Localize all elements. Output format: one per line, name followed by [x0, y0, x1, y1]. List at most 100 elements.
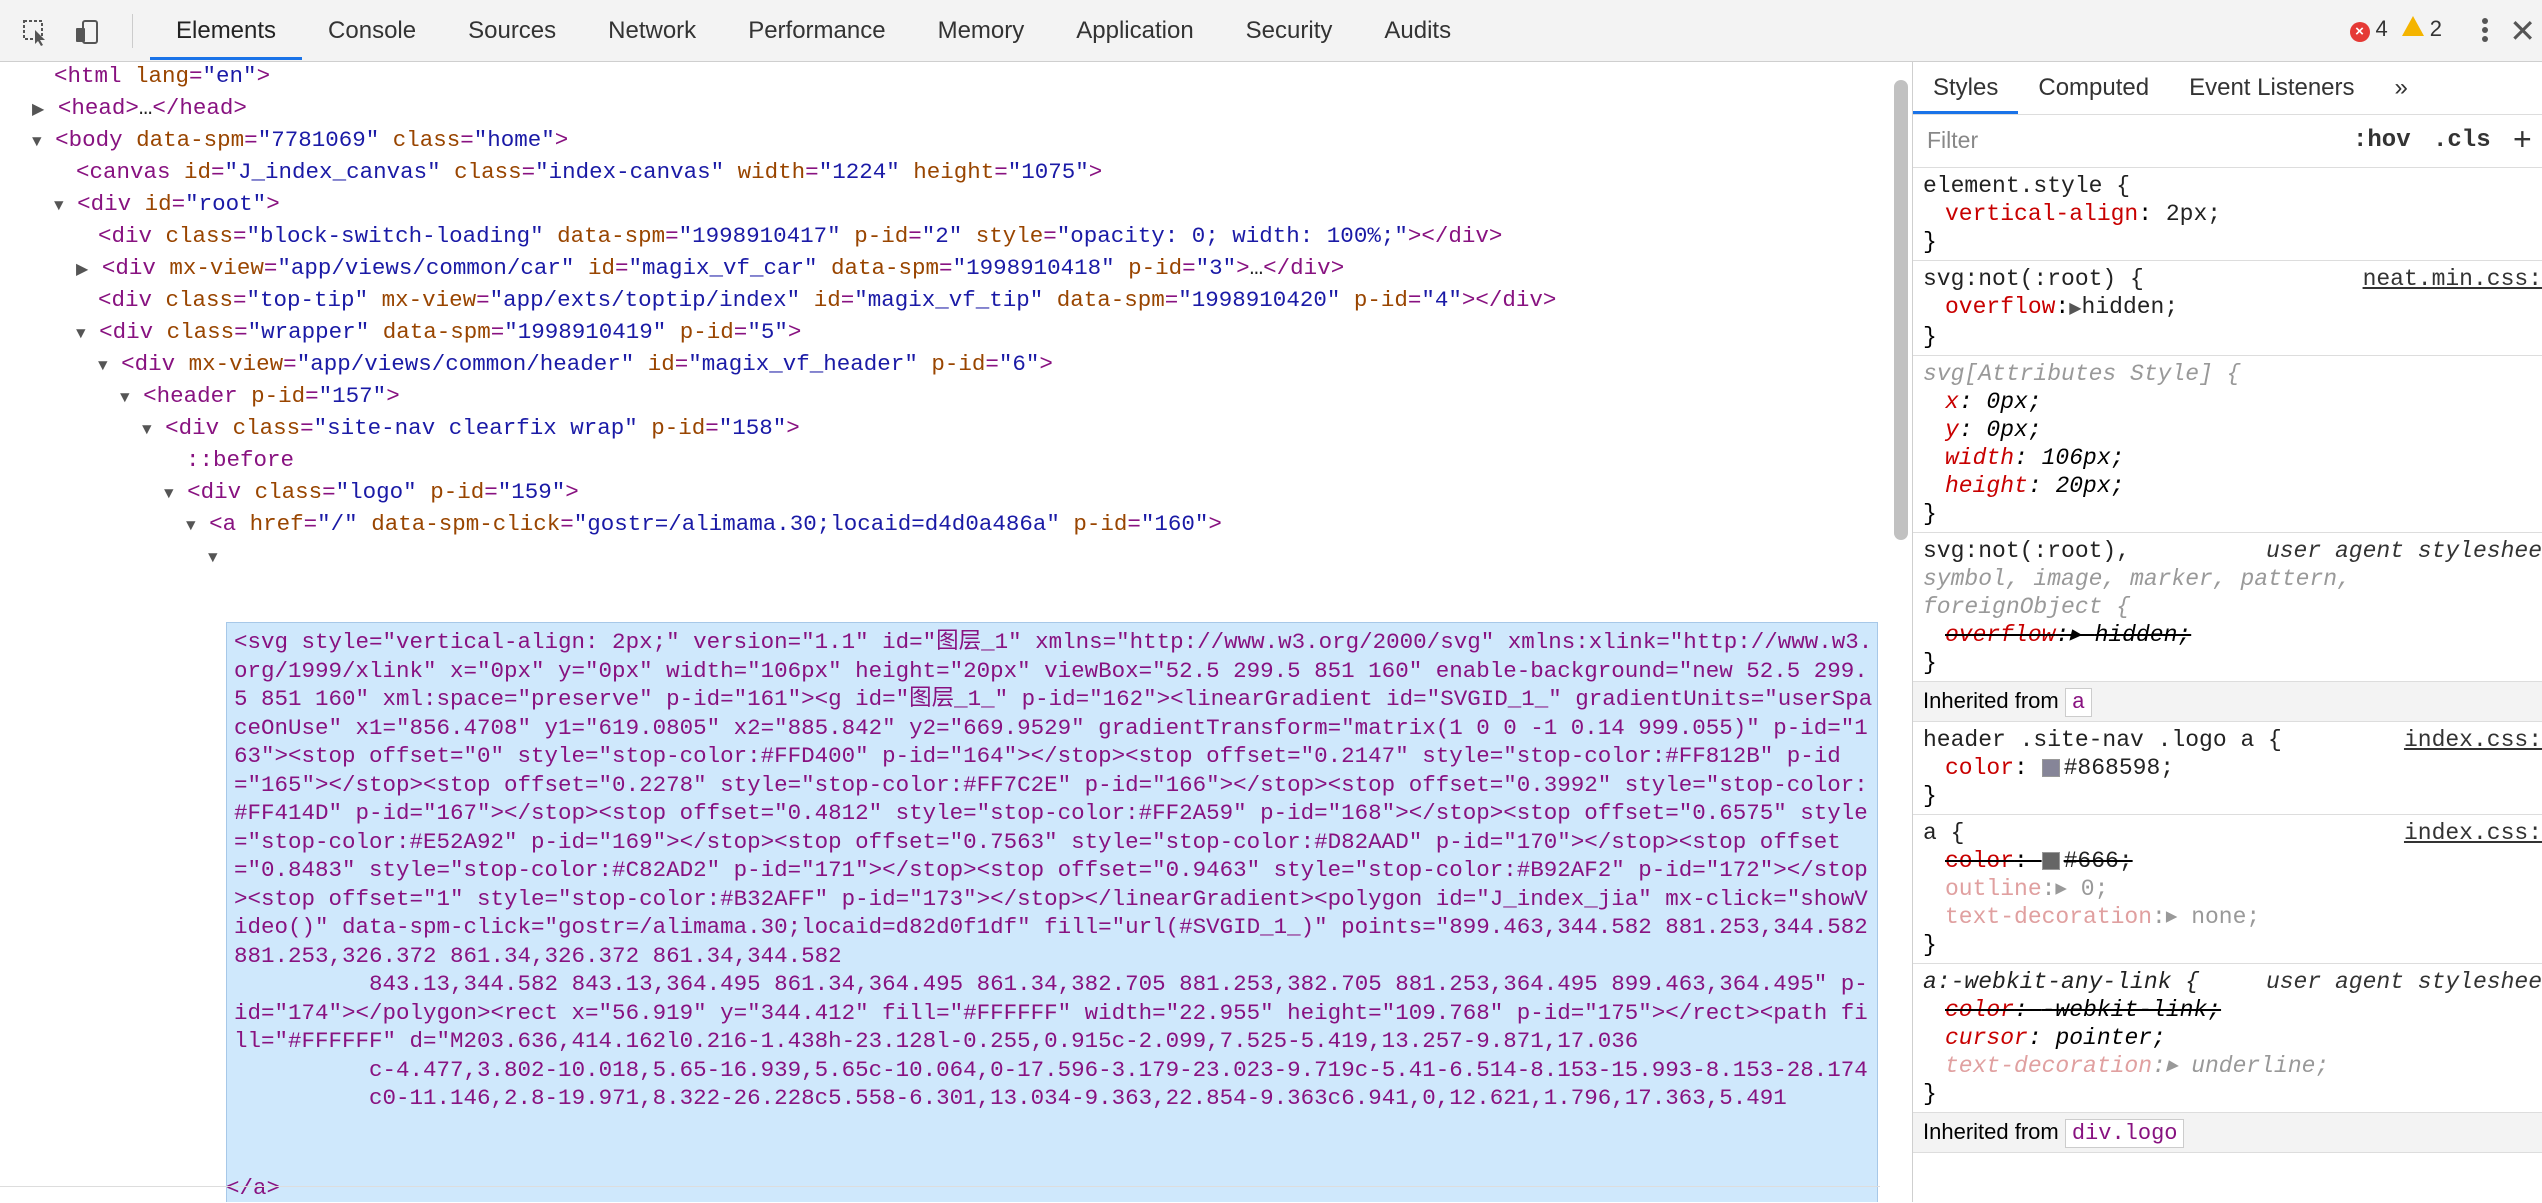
expand-toggle-icon[interactable]: ▼	[120, 389, 130, 407]
dom-node-line[interactable]: ::before	[164, 444, 294, 476]
inherited-label: Inherited from	[1923, 1119, 2059, 1144]
hov-toggle[interactable]: :hov	[2353, 127, 2411, 154]
css-value[interactable]: 0;	[2081, 876, 2109, 902]
rule-selector-cont: symbol, image, marker, pattern,	[1923, 566, 2351, 592]
dom-node-line[interactable]: ▼ <div id="root">	[54, 188, 280, 222]
rule-svg-not-root[interactable]: svg:not(:root) { neat.min.css: overflow:…	[1913, 261, 2542, 356]
warning-count-value: 2	[2429, 16, 2442, 41]
tab-network[interactable]: Network	[582, 0, 722, 60]
dom-node-line[interactable]: ▼	[208, 540, 231, 574]
dom-node-line[interactable]: ▼ <a href="/" data-spm-click="gostr=/ali…	[186, 508, 1222, 542]
issue-counters[interactable]: × 4 2	[2349, 16, 2442, 42]
expand-toggle-icon[interactable]: ▼	[98, 357, 108, 375]
source-link[interactable]: neat.min.css:	[2363, 265, 2542, 293]
tab-more[interactable]: »	[2375, 62, 2428, 114]
rule-element-style[interactable]: element.style { vertical-align: 2px; }	[1913, 168, 2542, 261]
css-property[interactable]: overflow	[1945, 294, 2055, 320]
tab-computed[interactable]: Computed	[2018, 62, 2169, 114]
css-property[interactable]: outline	[1945, 876, 2042, 902]
inspect-element-icon[interactable]	[20, 17, 50, 47]
css-value[interactable]: 2px;	[2166, 201, 2221, 227]
elements-scrollbar[interactable]	[1894, 80, 1908, 540]
css-value[interactable]: hidden;	[2082, 294, 2179, 320]
expand-toggle-icon[interactable]: ▼	[76, 325, 86, 343]
css-value: 20px;	[2055, 473, 2125, 499]
selected-svg-node[interactable]: <svg style="vertical-align: 2px;" versio…	[234, 628, 1874, 1113]
dom-node-line[interactable]: <div class="block-switch-loading" data-s…	[76, 220, 1502, 252]
rule-selector: svg[Attributes Style] {	[1923, 361, 2241, 387]
dom-node-line[interactable]: ▼ <header p-id="157">	[120, 380, 400, 414]
expand-toggle-icon[interactable]: ▼	[32, 133, 42, 151]
source-link[interactable]: index.css:	[2404, 726, 2542, 754]
rule-selector: element.style {	[1923, 173, 2131, 199]
rule-header-logo-a[interactable]: header .site-nav .logo a { index.css: co…	[1913, 722, 2542, 815]
elements-dom-tree[interactable]: <svg style="vertical-align: 2px;" versio…	[0, 62, 1880, 1202]
filter-input[interactable]: Filter	[1927, 127, 1978, 154]
more-options-icon[interactable]	[2480, 15, 2490, 47]
css-property[interactable]: text-decoration	[1945, 904, 2152, 930]
css-property: y	[1945, 417, 1959, 443]
toolbar-separator	[132, 14, 133, 48]
css-value: pointer;	[2055, 1025, 2166, 1051]
css-value: underline;	[2191, 1053, 2330, 1079]
color-swatch[interactable]	[2041, 758, 2060, 777]
dom-node-line[interactable]: ▼ <div class="logo" p-id="159">	[164, 476, 579, 510]
css-value[interactable]: none;	[2191, 904, 2260, 930]
dom-node-line[interactable]: ▶ <div mx-view="app/views/common/car" id…	[76, 252, 1344, 286]
css-value: 106px;	[2041, 445, 2125, 471]
device-toolbar-icon[interactable]	[72, 17, 102, 47]
expand-toggle-icon[interactable]: ▶	[76, 261, 88, 279]
css-property[interactable]: color	[1945, 755, 2014, 781]
dom-node-line[interactable]: ▼ <div class="wrapper" data-spm="1998910…	[76, 316, 801, 350]
close-icon[interactable]: ✕	[2509, 12, 2536, 50]
tab-audits[interactable]: Audits	[1358, 0, 1477, 60]
expand-toggle-icon[interactable]: ▶	[32, 101, 44, 119]
dom-node-line[interactable]: <div class="top-tip" mx-view="app/exts/t…	[76, 284, 1556, 316]
css-value: 0px;	[1986, 389, 2042, 415]
css-value[interactable]: #666;	[2064, 848, 2133, 874]
tab-event-listeners[interactable]: Event Listeners	[2169, 62, 2374, 114]
color-swatch[interactable]	[2041, 851, 2060, 870]
css-property: color	[1945, 997, 2015, 1023]
rule-svg-attributes[interactable]: svg[Attributes Style] { x: 0px; y: 0px; …	[1913, 356, 2542, 533]
rule-user-agent-svg[interactable]: svg:not(:root), user agent styleshee sym…	[1913, 533, 2542, 682]
dom-node-line[interactable]: ▼ <div class="site-nav clearfix wrap" p-…	[142, 412, 800, 446]
tab-application[interactable]: Application	[1050, 0, 1219, 60]
dom-node-line[interactable]: ▶ <head>…</head>	[32, 92, 247, 126]
dom-node-line[interactable]: <canvas id="J_index_canvas" class="index…	[54, 156, 1102, 188]
tab-styles[interactable]: Styles	[1913, 62, 2019, 114]
expand-toggle-icon[interactable]: ▼	[208, 549, 218, 567]
css-property[interactable]: vertical-align	[1945, 201, 2138, 227]
inherited-chip[interactable]: div.logo	[2064, 1119, 2185, 1148]
css-value: 0px;	[1986, 417, 2042, 443]
dom-node-line[interactable]: ▼ <body data-spm="7781069" class="home">	[32, 124, 568, 158]
devtools-toolbar: Elements Console Sources Network Perform…	[0, 0, 2542, 62]
rule-webkit-any-link[interactable]: a:-webkit-any-link { user agent styleshe…	[1913, 964, 2542, 1113]
tab-memory[interactable]: Memory	[912, 0, 1051, 60]
source-link[interactable]: index.css:	[2404, 819, 2542, 847]
dom-node-line[interactable]: <html lang="en">	[32, 62, 270, 92]
tab-performance[interactable]: Performance	[722, 0, 911, 60]
rule-selector-cont: foreignObject {	[1923, 594, 2131, 620]
css-property: text-decoration	[1945, 1053, 2153, 1079]
expand-arrow-icon[interactable]: ▶	[2069, 300, 2081, 318]
rule-a[interactable]: a { index.css: color: #666; outline:▸ 0;…	[1913, 815, 2542, 964]
tab-elements[interactable]: Elements	[150, 0, 303, 60]
tab-console[interactable]: Console	[302, 0, 442, 60]
styles-tabs: Styles Computed Event Listeners »	[1913, 62, 2542, 115]
css-value[interactable]: #868598;	[2064, 755, 2174, 781]
tab-security[interactable]: Security	[1220, 0, 1359, 60]
expand-toggle-icon[interactable]: ▼	[142, 421, 152, 439]
inherited-chip[interactable]: a	[2064, 688, 2093, 717]
tab-sources[interactable]: Sources	[442, 0, 582, 60]
css-property[interactable]: color	[1945, 848, 2014, 874]
css-property: cursor	[1945, 1025, 2028, 1051]
warning-count: 2	[2401, 16, 2442, 42]
expand-toggle-icon[interactable]: ▼	[186, 517, 196, 535]
cls-toggle[interactable]: .cls	[2433, 127, 2491, 154]
expand-toggle-icon[interactable]: ▼	[164, 485, 174, 503]
dom-node-line[interactable]: ▼ <div mx-view="app/views/common/header"…	[98, 348, 1053, 382]
add-rule-icon[interactable]: +	[2513, 121, 2532, 158]
expand-toggle-icon[interactable]: ▼	[54, 197, 64, 215]
panel-tabs: Elements Console Sources Network Perform…	[150, 0, 1477, 62]
